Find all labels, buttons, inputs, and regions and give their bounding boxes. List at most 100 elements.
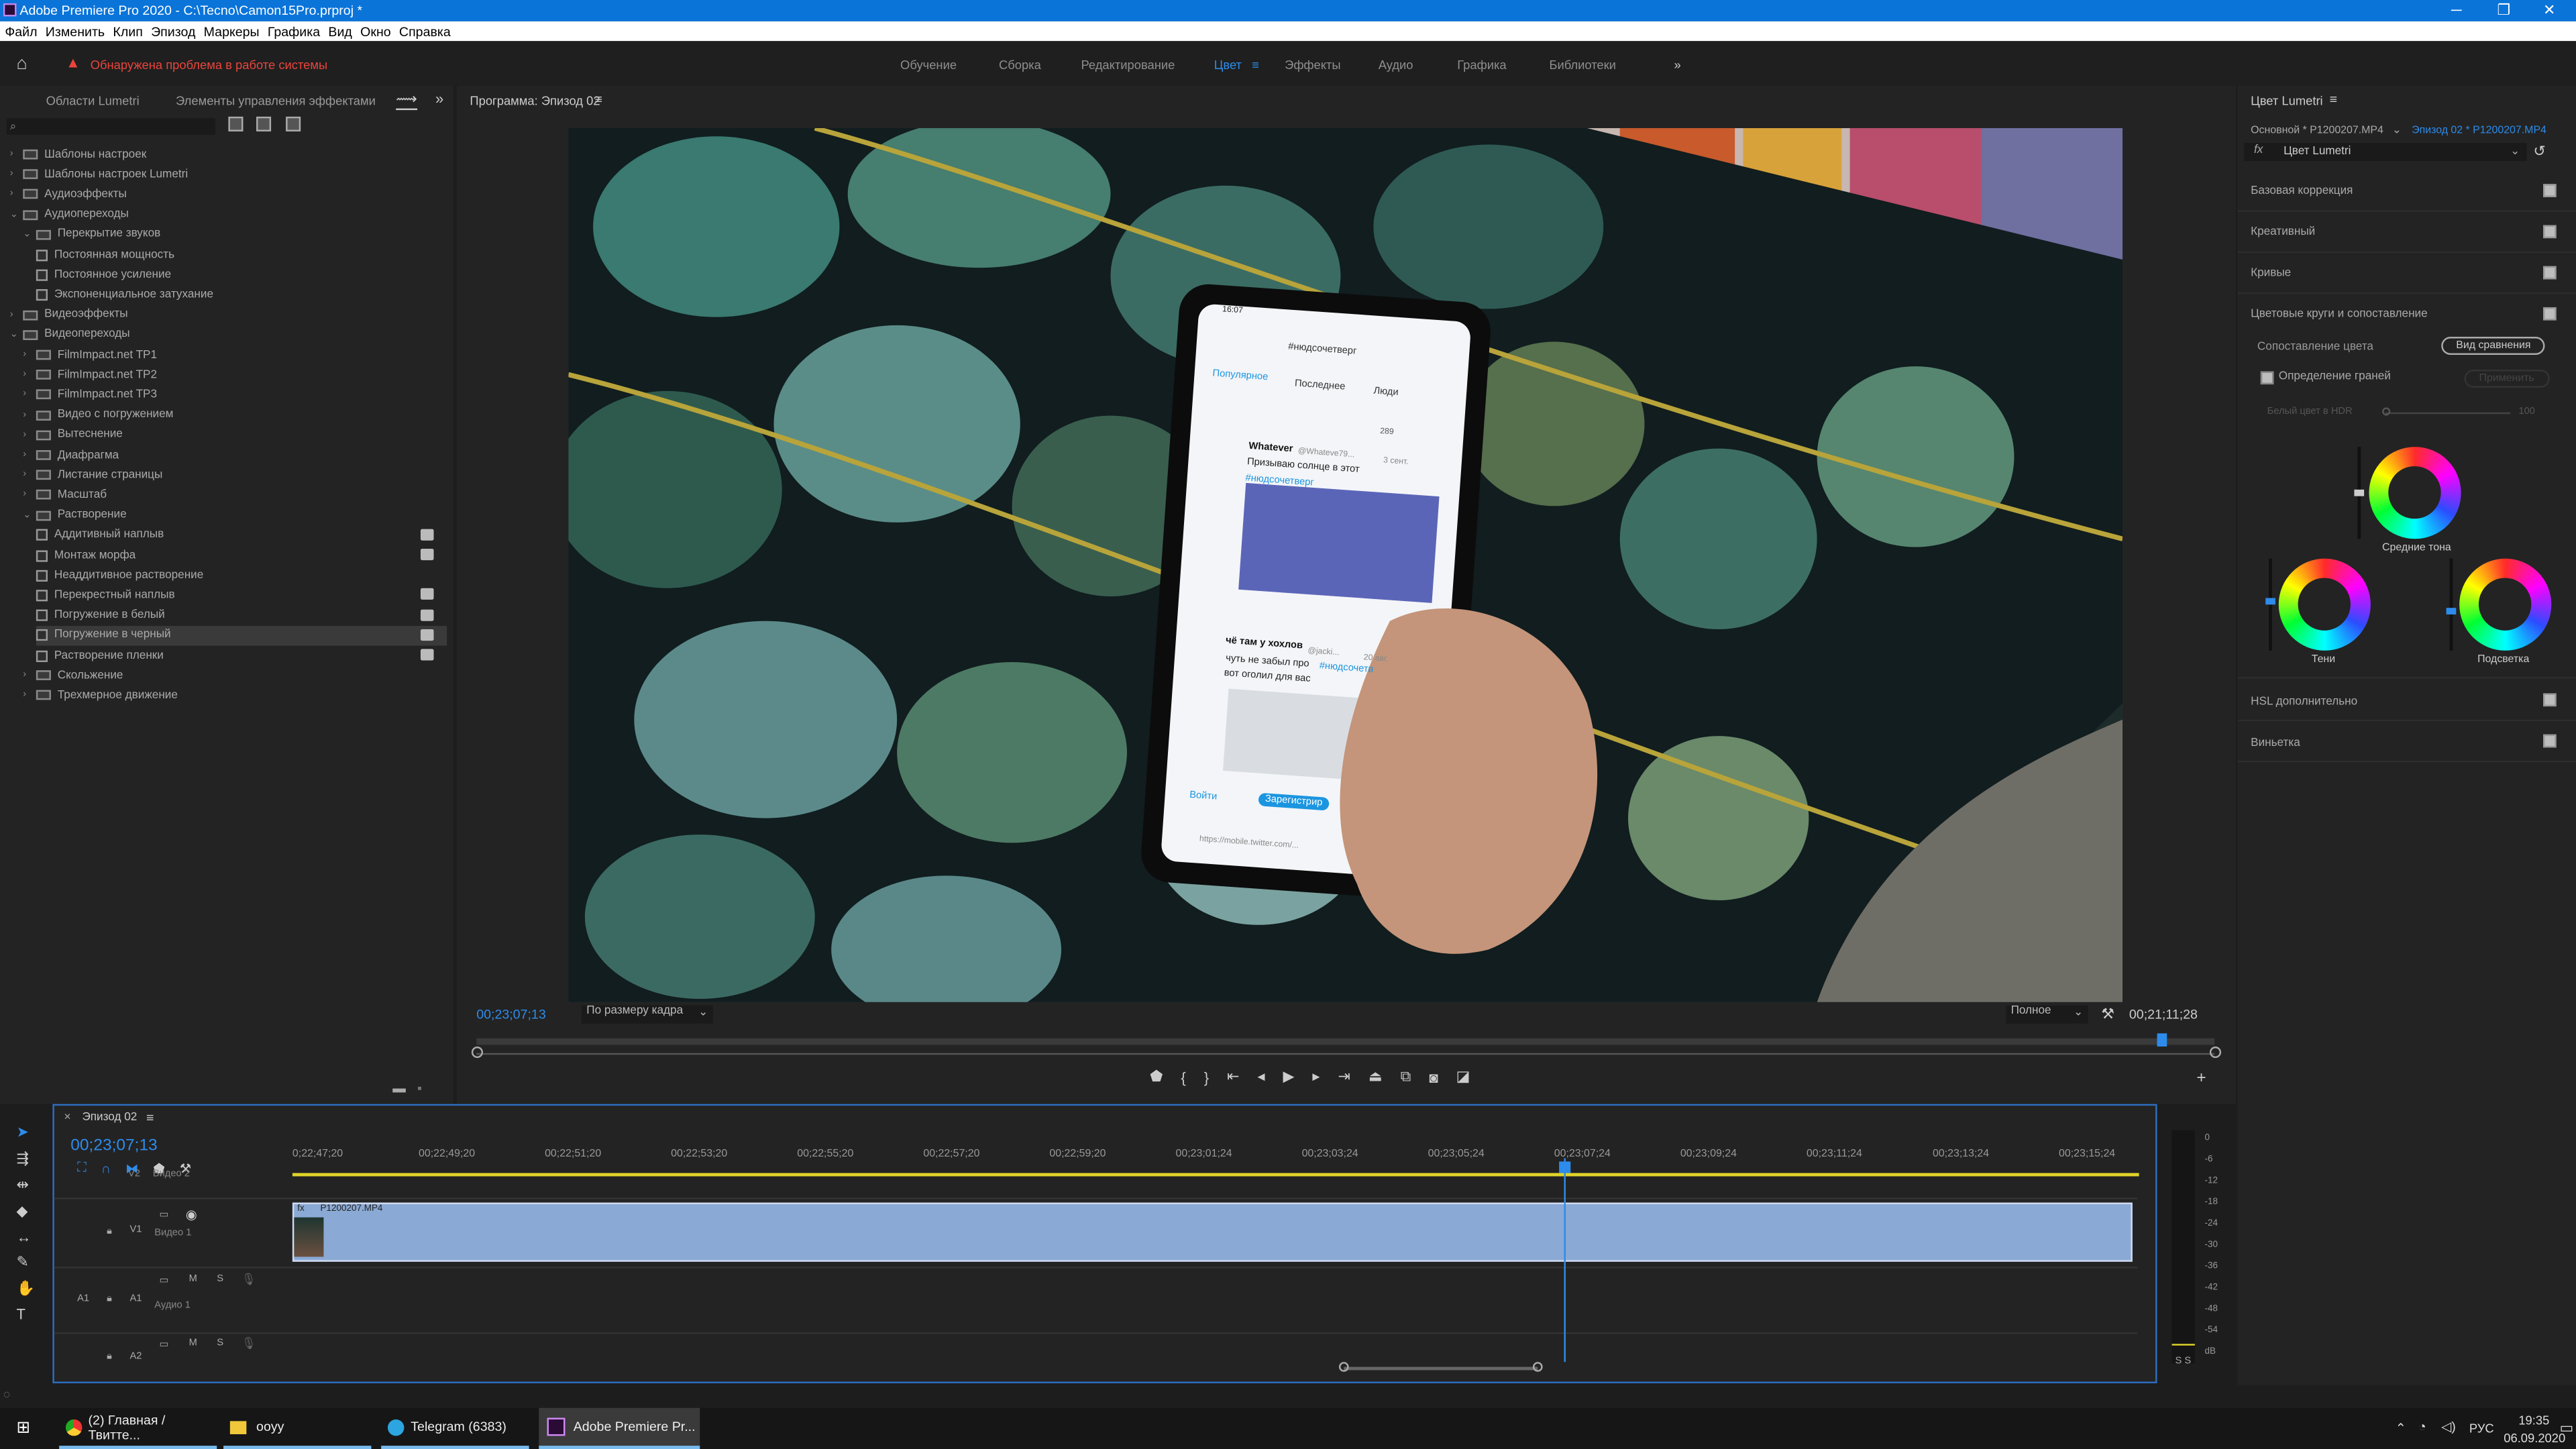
chevron-right-icon[interactable]: › <box>23 350 36 360</box>
tree-effect-item[interactable]: Перекрестный наплыв <box>36 586 175 605</box>
chevron-right-icon[interactable]: › <box>23 691 36 701</box>
tree-folder[interactable]: › Видеоэффекты <box>10 305 128 325</box>
program-monitor-title[interactable]: Программа: Эпизод 02 <box>470 94 600 109</box>
work-area-bar[interactable] <box>292 1173 2139 1177</box>
add-marker-icon[interactable]: ⬟ <box>1150 1068 1163 1086</box>
close-button[interactable]: ✕ <box>2543 1 2555 19</box>
tray-chevron-icon[interactable]: ⌃ <box>2396 1421 2406 1436</box>
sequence-clip-selector[interactable]: Эпизод 02 * P1200207.MP4 <box>2412 125 2546 136</box>
time-ruler[interactable]: 0;22;47;20 00;22;49;20 00;22;51;20 00;22;53… <box>292 1145 2139 1178</box>
tree-effect-item[interactable]: Неаддитивное растворение <box>36 566 203 585</box>
panel-menu-icon[interactable]: ≡ <box>146 1111 154 1126</box>
chevron-right-icon[interactable]: › <box>10 150 23 160</box>
zoom-handle-right[interactable] <box>1532 1362 1543 1372</box>
shadows-slider-handle[interactable] <box>2265 598 2275 605</box>
menu-file[interactable]: Файл <box>5 24 37 39</box>
hdr-white-slider[interactable] <box>2385 412 2511 415</box>
section-curves[interactable]: Кривые <box>2251 268 2291 279</box>
timeline-zoom-scrollbar[interactable] <box>1344 1366 1538 1371</box>
chevron-down-icon[interactable]: ⌄ <box>23 509 36 521</box>
workspace-tab-audio[interactable]: Аудио <box>1379 58 1413 72</box>
new-folder-icon[interactable]: ▬ <box>392 1081 406 1095</box>
menu-sequence[interactable]: Эпизод <box>151 24 195 39</box>
eye-icon[interactable]: ◉ <box>186 1208 197 1222</box>
network-icon[interactable]: ◔ <box>2418 1419 2426 1434</box>
midtones-slider-handle[interactable] <box>2354 489 2365 496</box>
toggle-sync-icon[interactable]: ▭ <box>160 1209 169 1221</box>
tree-effect-item[interactable]: Постоянная мощность <box>36 245 174 264</box>
system-warning-text[interactable]: Обнаружена проблема в работе системы <box>91 58 328 72</box>
tree-effect-item[interactable]: Постоянное усиление <box>36 265 171 284</box>
taskbar-premiere[interactable]: Adobe Premiere Pr... <box>539 1407 700 1449</box>
toggle-sync-icon[interactable]: ▭ <box>160 1339 169 1350</box>
tree-folder[interactable]: › Аудиоэффекты <box>10 184 127 204</box>
extract-icon[interactable]: ⧉ <box>1401 1068 1411 1086</box>
section-color-wheels[interactable]: Цветовые круги и сопоставление <box>2251 309 2428 320</box>
chevron-down-icon[interactable]: ⌄ <box>10 209 23 221</box>
step-back-icon[interactable]: ◂ <box>1257 1068 1265 1086</box>
effect-selector[interactable]: fx Цвет Lumetri ⌄ <box>2244 143 2527 162</box>
accelerated-effects-icon[interactable] <box>228 116 244 131</box>
quality-dropdown[interactable]: Полное ⌄ <box>2006 1005 2088 1024</box>
shadows-color-wheel[interactable] <box>2278 558 2371 651</box>
curves-checkbox[interactable] <box>2543 266 2557 280</box>
play-icon[interactable]: ▶ <box>1283 1068 1295 1086</box>
chevron-right-icon[interactable]: › <box>10 310 23 320</box>
clock-time[interactable]: 19:35 <box>2518 1413 2549 1428</box>
panel-menu-icon[interactable]: ≡ <box>2330 92 2337 107</box>
tree-folder[interactable]: › Листание страницы <box>23 466 162 485</box>
taskbar-explorer[interactable]: ooyy <box>223 1408 372 1449</box>
video-clip[interactable]: fx P1200207.MP4 <box>292 1202 2133 1262</box>
menu-window[interactable]: Окно <box>360 24 391 39</box>
taskbar-chrome[interactable]: (2) Главная / Твитте... <box>59 1408 217 1449</box>
voiceover-icon[interactable]: 🎙︎ <box>241 1337 256 1350</box>
tree-folder[interactable]: › Шаблоны настроек <box>10 145 147 164</box>
section-basic-correction[interactable]: Базовая коррекция <box>2251 186 2353 197</box>
close-tab-icon[interactable]: × <box>64 1112 71 1124</box>
chevron-right-icon[interactable]: › <box>23 430 36 440</box>
delete-icon[interactable]: ▪ <box>417 1081 422 1095</box>
monitor-playhead[interactable] <box>2157 1033 2167 1047</box>
chevron-right-icon[interactable]: › <box>23 370 36 380</box>
home-icon[interactable]: ⌂ <box>16 54 27 74</box>
fit-dropdown[interactable]: По размеру кадра ⌄ <box>581 1005 713 1024</box>
tree-folder[interactable]: › Скольжение <box>23 665 123 685</box>
basic-correction-checkbox[interactable] <box>2543 184 2557 197</box>
slip-tool-icon[interactable]: ↔ <box>16 1229 34 1245</box>
lift-icon[interactable]: ⏏ <box>1368 1068 1383 1086</box>
chevron-down-icon[interactable]: ⌄ <box>10 329 23 341</box>
playhead-handle[interactable] <box>1559 1161 1571 1173</box>
face-detection-checkbox[interactable] <box>2260 371 2274 385</box>
snap-icon[interactable]: ∩ <box>101 1161 111 1175</box>
tree-effect-item[interactable]: Монтаж морфа <box>36 545 136 565</box>
menu-markers[interactable]: Маркеры <box>204 24 260 39</box>
tree-folder[interactable]: › Вытеснение <box>23 425 123 445</box>
menu-view[interactable]: Вид <box>328 24 352 39</box>
apply-match-button[interactable]: Применить <box>2464 370 2549 388</box>
windows-start-icon[interactable]: ⊞ <box>16 1419 30 1438</box>
workspace-menu-icon[interactable]: ≡ <box>1252 58 1259 72</box>
highlights-color-wheel[interactable] <box>2459 558 2552 651</box>
workspace-tab-effects[interactable]: Эффекты <box>1285 58 1341 72</box>
mute-icon[interactable]: M <box>189 1275 197 1285</box>
yuv-effects-icon[interactable] <box>286 116 301 131</box>
chevron-down-icon[interactable]: ⌄ <box>2392 123 2402 136</box>
ripple-edit-tool-icon[interactable]: ⇹ <box>16 1176 34 1194</box>
workspace-tab-assembly[interactable]: Сборка <box>999 58 1041 72</box>
zoom-handle-right[interactable] <box>2209 1046 2222 1059</box>
chevron-right-icon[interactable]: › <box>23 390 36 400</box>
chevron-right-icon[interactable]: › <box>23 450 36 460</box>
tree-folder[interactable]: ⌄ Видеопереходы <box>10 325 130 344</box>
tree-effect-item[interactable]: Погружение в белый <box>36 606 165 625</box>
mark-out-icon[interactable]: } <box>1204 1069 1209 1085</box>
hand-tool-icon[interactable]: ✋ <box>16 1280 34 1298</box>
zoom-scrollbar[interactable] <box>476 1053 2215 1055</box>
section-creative[interactable]: Креативный <box>2251 227 2315 238</box>
voiceover-icon[interactable]: 🎙︎ <box>241 1273 256 1286</box>
zoom-handle-left[interactable] <box>471 1046 484 1059</box>
lock-icon[interactable]: 🔒︎ <box>107 1352 112 1364</box>
volume-icon[interactable]: ◁) <box>2441 1419 2456 1434</box>
tree-effect-item[interactable]: Погружение в черный <box>36 625 447 645</box>
chevron-right-icon[interactable]: › <box>23 490 36 500</box>
color-wheels-checkbox[interactable] <box>2543 307 2557 321</box>
